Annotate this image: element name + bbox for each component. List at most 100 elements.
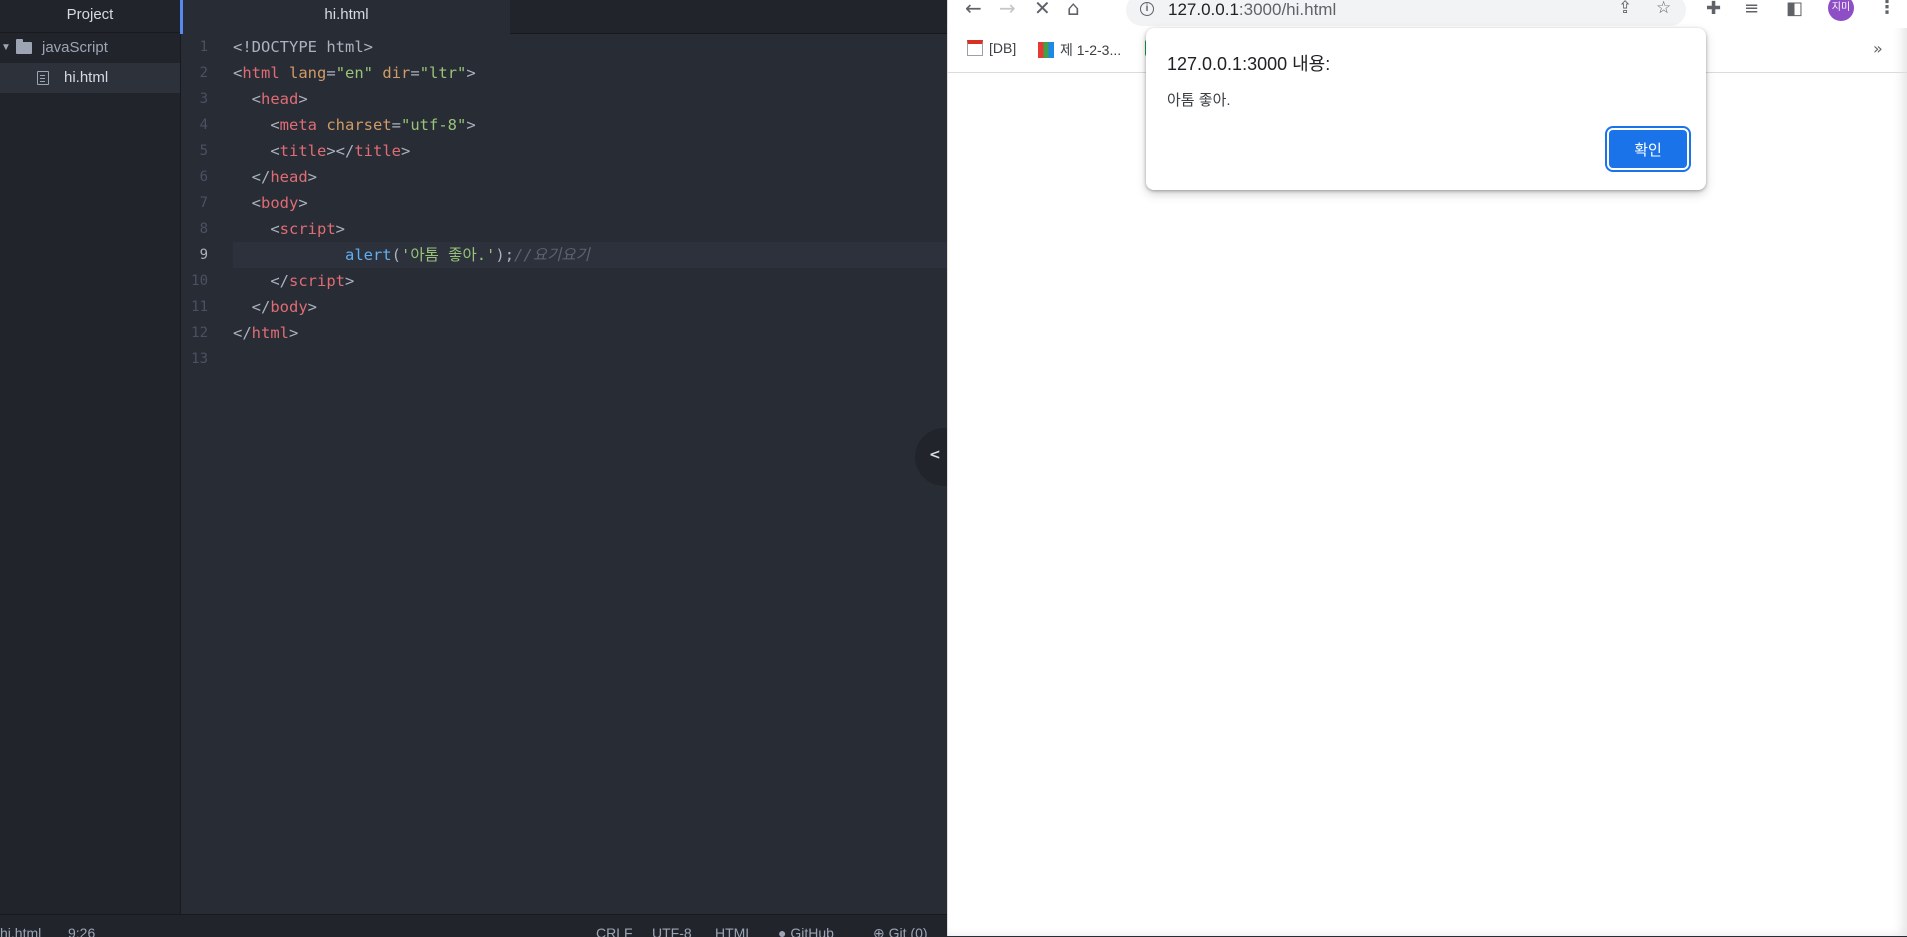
alert-dialog: 127.0.0.1:3000 내용: 아톰 좋아. 확인 (1146, 28, 1706, 190)
bookmark-star-icon[interactable]: ☆ (1656, 0, 1671, 18)
url-host: 127.0.0.1 (1168, 0, 1239, 19)
code-tag: script (279, 220, 336, 238)
address-bar[interactable]: i 127.0.0.1:3000/hi.html ⇪ ☆ (1126, 0, 1686, 26)
code-editor[interactable]: 1 2 3 4 5 6 7 8 9 10 11 12 13 <!DOCTYPE … (180, 34, 947, 914)
status-git[interactable]: ⊕ Git (0) (873, 925, 928, 937)
code-tag: title (279, 142, 327, 160)
more-bookmarks-icon[interactable]: » (1873, 39, 1883, 58)
line-number: 1 (199, 39, 208, 55)
project-panel-title: Project (0, 0, 180, 33)
chevron-down-icon: ▼ (1, 42, 11, 53)
tab-hi-html[interactable]: hi.html (180, 0, 510, 34)
line-number: 4 (199, 117, 208, 133)
code-tag: meta (279, 116, 317, 134)
code-comment: //요기요기 (514, 246, 590, 264)
code-string: "en" (335, 64, 374, 82)
status-grammar[interactable]: HTML (715, 925, 753, 937)
bookmark-label: [DB] (989, 40, 1017, 56)
line-number: 6 (199, 169, 208, 185)
code-tag: html (251, 324, 289, 342)
code-line: </head> (233, 168, 317, 186)
site-info-icon[interactable]: i (1140, 2, 1154, 16)
profile-avatar[interactable]: 지미 (1828, 0, 1854, 21)
code-line: </html> (233, 324, 299, 342)
side-panel-icon[interactable]: ◧ (1786, 0, 1803, 19)
code-line: <html lang="en" dir="ltr"> (233, 64, 476, 82)
code-line: </script> (233, 272, 355, 290)
status-encoding[interactable]: UTF-8 (652, 925, 692, 937)
code-string: "utf-8" (401, 116, 467, 134)
chevron-left-icon: < (929, 447, 941, 463)
media-control-icon[interactable]: ≡ (1744, 0, 1759, 19)
code-tag: html (242, 64, 280, 82)
bookmark-label: 제 1-2-3... (1060, 42, 1122, 58)
status-line-ending[interactable]: CRLF (596, 925, 633, 937)
browser-toolbar: ← → ✕ ⌂ i 127.0.0.1:3000/hi.html ⇪ ☆ ✚ ≡… (948, 0, 1907, 28)
code-tag: body (270, 298, 308, 316)
status-github-label: GitHub (790, 925, 834, 937)
code-attr: lang (289, 64, 327, 82)
bookmark-item[interactable]: 제 1-2-3... (1038, 40, 1121, 60)
colorful-grid-icon (1038, 42, 1054, 58)
line-number: 11 (191, 299, 208, 315)
code-lines: <!DOCTYPE html> <html lang="en" dir="ltr… (233, 34, 947, 372)
line-number: 2 (199, 65, 208, 81)
code-line: <body> (233, 194, 308, 212)
code-line: </body> (233, 298, 317, 316)
status-cursor-position[interactable]: 9:26 (68, 925, 95, 937)
status-git-label: Git (0) (888, 925, 928, 937)
code-tag: head (261, 90, 299, 108)
line-number: 3 (199, 91, 208, 107)
tree-folder-javascript[interactable]: ▼ javaScript (0, 33, 180, 63)
status-file-name[interactable]: hi.html (0, 925, 41, 937)
atom-editor: Project ▼ javaScript hi.html hi.html 1 2… (0, 0, 955, 937)
code-string: "ltr" (419, 64, 467, 82)
folder-icon (16, 39, 32, 54)
code-line: <!DOCTYPE html> (233, 34, 947, 60)
more-menu-icon[interactable]: ⋮ (1878, 0, 1896, 18)
tree-file-hi-html[interactable]: hi.html (0, 63, 180, 93)
line-number: 5 (199, 143, 208, 159)
dialog-title: 127.0.0.1:3000 내용: (1167, 54, 1331, 74)
forward-arrow-icon[interactable]: → (999, 0, 1016, 20)
address-url: 127.0.0.1:3000/hi.html (1168, 0, 1336, 20)
code-tag: script (289, 272, 345, 290)
status-github[interactable]: ● GitHub (778, 925, 834, 937)
code-line: <meta charset="utf-8"> (233, 116, 476, 134)
url-path: :3000/hi.html (1238, 0, 1337, 19)
stop-loading-icon[interactable]: ✕ (1034, 0, 1051, 20)
tree-file-label: hi.html (64, 69, 109, 86)
code-attr: charset (326, 116, 392, 134)
code-doctype: <!DOCTYPE html> (233, 38, 373, 56)
editor-tab-bar: hi.html (180, 0, 947, 34)
line-number: 12 (191, 325, 208, 341)
code-line: <head> (233, 90, 308, 108)
code-attr: dir (382, 64, 411, 82)
share-icon[interactable]: ⇪ (1618, 0, 1632, 18)
status-bar: hi.html 9:26 CRLF UTF-8 HTML ● GitHub ⊕ … (0, 914, 947, 937)
bookmark-item[interactable]: [DB] (967, 40, 1016, 56)
code-line: <script> (233, 220, 346, 238)
line-number: 13 (191, 351, 208, 367)
home-icon[interactable]: ⌂ (1067, 0, 1080, 20)
code-line: <title></title> (233, 142, 411, 160)
calendar-icon (967, 40, 983, 56)
code-tag: title (354, 142, 402, 160)
extensions-icon[interactable]: ✚ (1706, 0, 1721, 19)
ok-button[interactable]: 확인 (1609, 130, 1687, 168)
line-number-gutter: 1 2 3 4 5 6 7 8 9 10 11 12 13 (180, 34, 230, 372)
dialog-message: 아톰 좋아. (1167, 92, 1231, 109)
line-number: 10 (191, 273, 208, 289)
tree-folder-label: javaScript (42, 39, 108, 56)
code-line-active: alert('아톰 좋아.');//요기요기 (233, 242, 947, 268)
code-tag: body (261, 194, 299, 212)
github-icon: ● (778, 925, 787, 937)
code-string: '아톰 좋아.' (401, 246, 496, 264)
project-tree-panel: Project ▼ javaScript hi.html (0, 0, 181, 914)
line-number: 7 (199, 195, 208, 211)
code-tag: head (270, 168, 308, 186)
back-arrow-icon[interactable]: ← (965, 0, 982, 20)
code-function: alert (344, 246, 392, 264)
git-icon: ⊕ (873, 925, 885, 937)
